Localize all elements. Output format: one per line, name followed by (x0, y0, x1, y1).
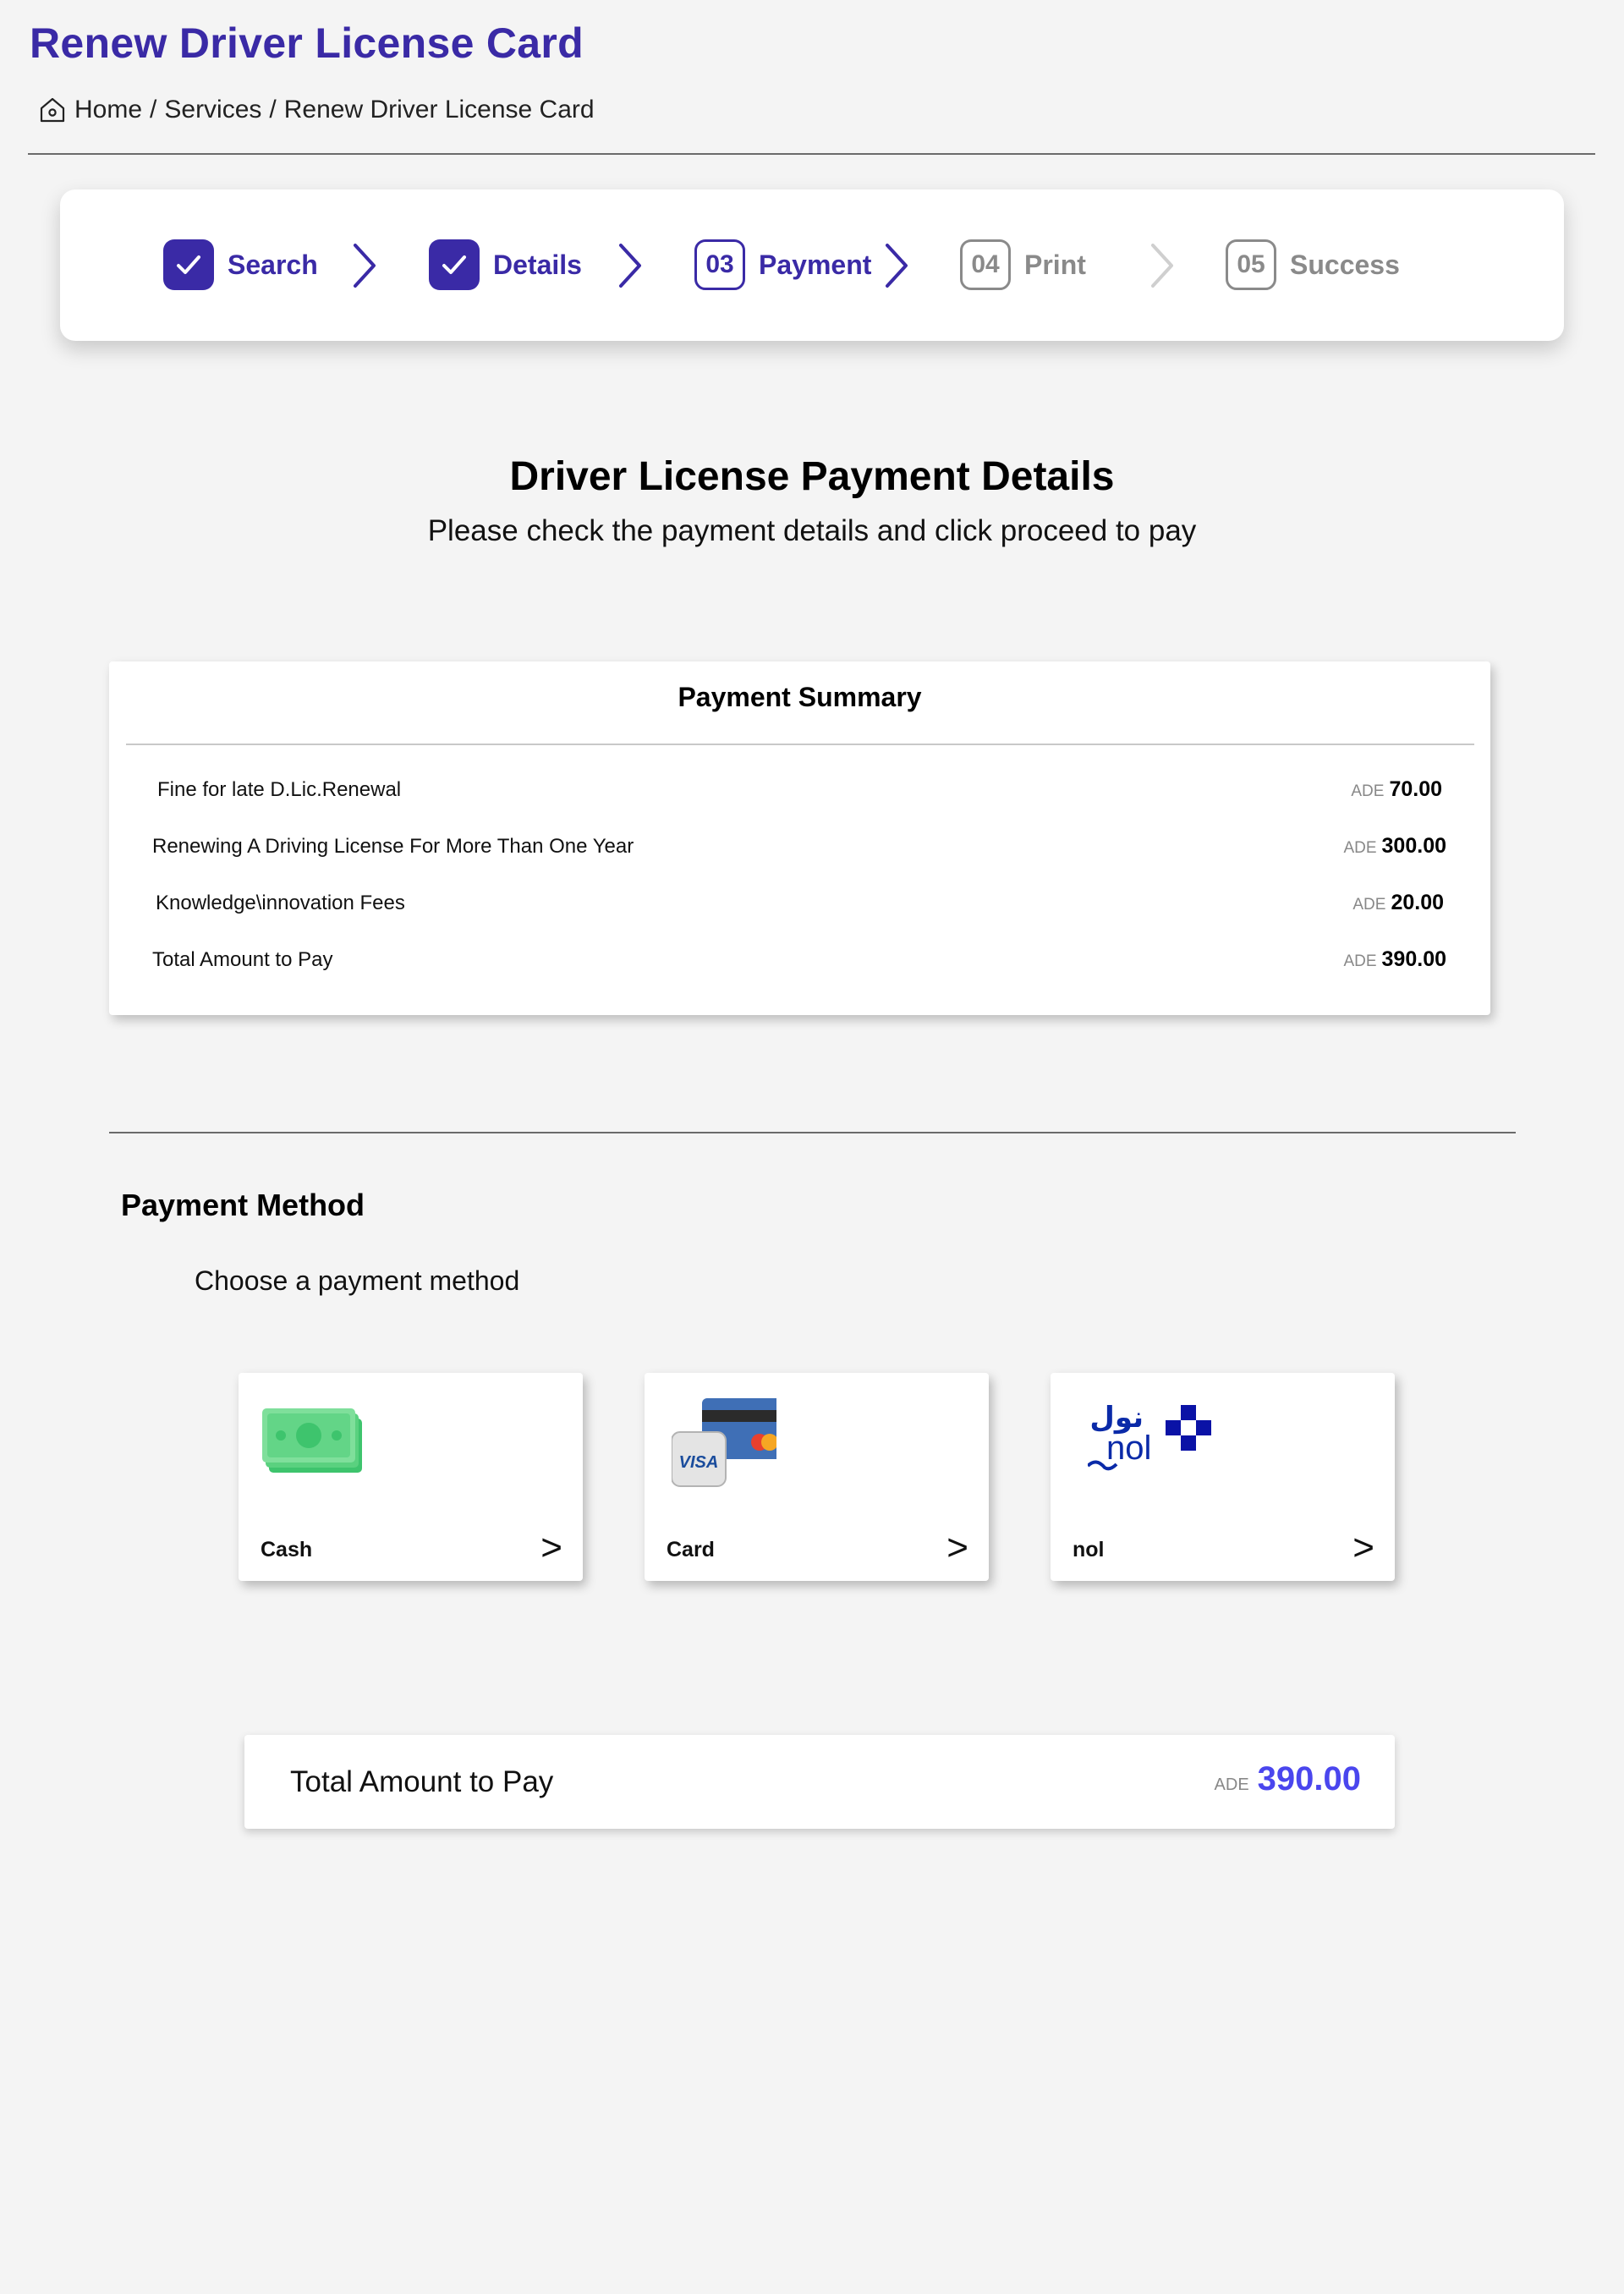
payment-method-label: Card (667, 1538, 715, 1561)
section-title: Driver License Payment Details (509, 454, 1115, 499)
summary-divider (126, 744, 1474, 745)
currency: ADE (1352, 896, 1386, 914)
currency: ADE (1214, 1775, 1249, 1794)
breadcrumb-services[interactable]: Services (164, 96, 261, 124)
arrow-right-icon: > (946, 1527, 968, 1568)
breadcrumb-separator: / (269, 96, 277, 123)
amount: 300.00 (1381, 834, 1446, 858)
chevron-right-icon (1151, 244, 1173, 288)
step-search[interactable]: Search (163, 239, 318, 291)
step-label: Success (1290, 249, 1400, 280)
payment-summary-card: Payment Summary Fine for late D.Lic.Rene… (109, 661, 1490, 1015)
summary-row-label: Renewing A Driving License For More Than… (152, 835, 634, 858)
nol-logo-text: nol (1106, 1430, 1151, 1467)
page-title: Renew Driver License Card (30, 19, 584, 67)
card-icon: VISA (671, 1398, 800, 1497)
chevron-right-icon (619, 244, 641, 288)
amount: 70.00 (1389, 777, 1442, 801)
step-number: 03 (694, 239, 745, 290)
step-details[interactable]: Details (429, 239, 582, 291)
arrow-right-icon: > (1352, 1527, 1374, 1568)
amount: 20.00 (1391, 891, 1444, 914)
breadcrumb-separator: / (150, 96, 157, 123)
progress-stepper: Search Details 03 Payment 04 Print 05 Su… (60, 189, 1564, 341)
amount: 390.00 (1257, 1760, 1361, 1797)
payment-method-cash[interactable]: Cash > (239, 1373, 583, 1581)
total-label: Total Amount to Pay (290, 1765, 554, 1798)
check-icon (163, 239, 214, 290)
summary-title: Payment Summary (678, 682, 922, 712)
step-number: 05 (1226, 239, 1276, 290)
chevron-right-icon (886, 244, 908, 288)
home-icon[interactable] (37, 95, 68, 125)
payment-method-subtitle: Choose a payment method (195, 1265, 520, 1296)
payment-method-nol[interactable]: نول nol nol > (1051, 1373, 1395, 1581)
currency: ADE (1343, 839, 1377, 857)
step-print[interactable]: 04 Print (960, 239, 1086, 291)
step-label: Search (228, 249, 318, 280)
total-amount: ADE 390.00 (1215, 1760, 1361, 1798)
step-label: Print (1024, 249, 1086, 280)
total-amount-bar: Total Amount to Pay ADE 390.00 (244, 1735, 1395, 1829)
payment-method-title: Payment Method (121, 1188, 365, 1222)
nol-icon: نول nol (1086, 1398, 1232, 1479)
payment-method-card[interactable]: VISA Card > (645, 1373, 989, 1581)
check-icon (429, 239, 480, 290)
breadcrumb-home[interactable]: Home (74, 96, 142, 124)
breadcrumb-current: Renew Driver License Card (283, 96, 595, 123)
step-number: 04 (960, 239, 1011, 290)
chevron-right-icon (354, 244, 376, 288)
currency: ADE (1351, 782, 1385, 800)
payment-method-label: nol (1073, 1538, 1105, 1561)
summary-row-label: Knowledge\innovation Fees (156, 892, 405, 914)
step-success[interactable]: 05 Success (1226, 239, 1400, 291)
arrow-right-icon: > (540, 1527, 562, 1568)
step-label: Details (493, 249, 582, 280)
cash-icon (262, 1408, 364, 1479)
step-label: Payment (759, 249, 872, 280)
amount: 390.00 (1381, 947, 1446, 971)
summary-row-label: Fine for late D.Lic.Renewal (157, 778, 402, 801)
section-subtitle: Please check the payment details and cli… (427, 514, 1197, 547)
payment-method-label: Cash (261, 1538, 313, 1561)
summary-row-amount: ADE 300.00 (1343, 834, 1446, 859)
currency: ADE (1343, 952, 1377, 970)
summary-row-label: Total Amount to Pay (152, 948, 333, 971)
breadcrumb: Home / Services / Renew Driver License C… (37, 93, 595, 127)
summary-row-amount: ADE 390.00 (1343, 947, 1446, 972)
section-divider (109, 1132, 1516, 1133)
step-payment[interactable]: 03 Payment (694, 239, 871, 291)
summary-row-amount: ADE 70.00 (1351, 777, 1442, 802)
summary-row-amount: ADE 20.00 (1352, 891, 1444, 915)
visa-text: VISA (679, 1453, 719, 1472)
header-divider (28, 153, 1595, 155)
